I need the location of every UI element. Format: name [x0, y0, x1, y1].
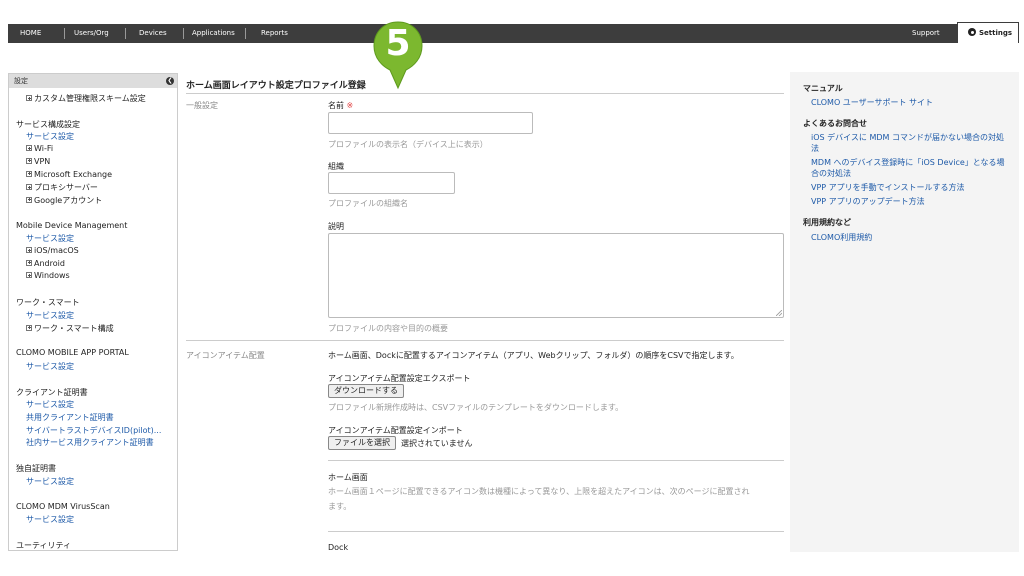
expand-plus-icon[interactable]	[26, 247, 32, 253]
terms-heading: 利用規約など	[803, 218, 851, 227]
sidebar-section-heading: クライアント証明書	[16, 387, 88, 397]
page-title: ホーム画面レイアウト設定プロファイル登録	[186, 81, 366, 91]
sidebar-link[interactable]: サービス設定	[26, 514, 74, 525]
sidebar-expandable-item[interactable]: Wi-Fi	[26, 144, 53, 153]
organization-field-hint: プロファイルの組織名	[328, 199, 408, 208]
icon-layout-section-label: アイコンアイテム配置	[186, 351, 265, 360]
sidebar-section-heading: ワーク・スマート	[16, 298, 80, 308]
faq-heading: よくあるお問合せ	[803, 119, 867, 128]
sidebar-expandable-item[interactable]: iOS/macOS	[26, 246, 79, 255]
faq-link[interactable]: VPP アプリを手動でインストールする方法	[811, 182, 1011, 193]
sidebar-expandable-item[interactable]: Android	[26, 259, 65, 268]
sidebar-link[interactable]: サービス設定	[26, 399, 74, 410]
top-navigation-bar: HOME Users/Org Devices Applications Repo…	[8, 22, 1019, 43]
settings-label: Settings	[979, 29, 1013, 37]
sidebar-expandable-item[interactable]: Windows	[26, 271, 70, 280]
expand-plus-icon[interactable]	[26, 184, 32, 191]
organization-input[interactable]	[328, 172, 455, 194]
sidebar-link[interactable]: 社内サービス用クライアント証明書	[26, 437, 154, 448]
expand-plus-icon[interactable]	[26, 196, 32, 203]
sidebar-section-heading: Mobile Device Management	[16, 220, 128, 230]
profile-name-input[interactable]	[328, 112, 533, 134]
nav-users-org[interactable]: Users/Org	[74, 24, 109, 43]
sidebar-section-heading: サービス構成設定	[16, 119, 80, 129]
sidebar-section-heading: CLOMO MOBILE APP PORTAL	[16, 348, 129, 358]
description-field-hint: プロファイルの内容や目的の概要	[328, 324, 448, 333]
gear-icon	[968, 28, 976, 36]
step-marker-number: 5	[385, 23, 411, 64]
export-hint: プロファイル新規作成時は、CSVファイルのテンプレートをダウンロードします。	[328, 403, 624, 412]
description-textarea[interactable]	[328, 233, 784, 318]
manual-heading: マニュアル	[803, 84, 843, 93]
export-label: アイコンアイテム配置設定エクスポート	[328, 374, 471, 383]
faq-link[interactable]: iOS デバイスに MDM コマンドが届かない場合の対処法	[811, 132, 1011, 154]
expand-plus-icon[interactable]	[26, 272, 32, 279]
nav-divider	[245, 28, 246, 39]
nav-devices[interactable]: Devices	[139, 24, 167, 43]
terms-link[interactable]: CLOMO利用規約	[811, 232, 1011, 243]
download-button[interactable]: ダウンロードする	[328, 384, 404, 398]
expand-plus-icon[interactable]	[26, 259, 32, 266]
choose-file-button[interactable]: ファイルを選択	[328, 436, 396, 450]
sidebar-header-label: 設定	[14, 77, 28, 85]
icon-layout-intro: ホーム画面、Dockに配置するアイコンアイテム（アプリ、Webクリップ、フォルダ…	[328, 351, 739, 360]
sidebar-link[interactable]: サービス設定	[26, 310, 74, 321]
help-panel: マニュアル CLOMO ユーザーサポート サイト よくあるお問合せ iOS デバ…	[790, 72, 1019, 552]
sidebar-link[interactable]: サービス設定	[26, 476, 74, 487]
home-screen-hint-line-1: ホーム画面１ページに配置できるアイコン数は機種によって異なり、上限を超えたアイコ…	[328, 487, 750, 496]
step-marker: 5	[372, 20, 424, 90]
faq-link[interactable]: VPP アプリのアップデート方法	[811, 196, 1011, 207]
settings-sidebar: 設定 ❮ カスタム管理権限スキーム設定サービス構成設定 サービス設定 Wi-Fi VP…	[8, 73, 178, 551]
description-field-label: 説明	[328, 222, 344, 231]
nav-support[interactable]: Support	[912, 24, 940, 43]
sidebar-link[interactable]: サービス設定	[26, 361, 74, 372]
nav-home[interactable]: HOME	[20, 24, 41, 43]
sidebar-link[interactable]: サービス設定	[26, 233, 74, 244]
expand-plus-icon[interactable]	[26, 145, 32, 152]
section-divider	[186, 340, 784, 341]
subsection-divider	[328, 531, 784, 532]
sidebar-expandable-item[interactable]: ワーク・スマート構成	[26, 323, 114, 334]
dock-label: Dock	[328, 543, 349, 552]
expand-plus-icon[interactable]	[26, 170, 32, 177]
sidebar-expandable-item[interactable]: プロキシサーバー	[26, 182, 98, 193]
name-label-text: 名前	[328, 101, 344, 110]
nav-settings-tab[interactable]: Settings	[957, 22, 1019, 43]
nav-divider	[64, 28, 65, 39]
sidebar-section-heading: CLOMO MDM VirusScan	[16, 501, 110, 511]
expand-plus-icon[interactable]	[26, 324, 32, 331]
resize-grip-icon[interactable]	[776, 310, 782, 316]
nav-reports[interactable]: Reports	[261, 24, 288, 43]
name-field-label: 名前 ※	[328, 100, 353, 111]
home-screen-label: ホーム画面	[328, 473, 368, 482]
sidebar-header: 設定 ❮	[9, 74, 177, 88]
subsection-divider	[328, 460, 784, 461]
name-field-hint: プロファイルの表示名（デバイス上に表示）	[328, 140, 488, 149]
home-screen-hint-line-2: ます。	[328, 502, 352, 511]
organization-field-label: 組織	[328, 162, 344, 171]
sidebar-expandable-item[interactable]: Googleアカウント	[26, 195, 102, 206]
sidebar-expandable-item[interactable]: VPN	[26, 157, 50, 166]
expand-plus-icon[interactable]	[26, 95, 32, 101]
nav-divider	[183, 28, 184, 39]
sidebar-link[interactable]: 共用クライアント証明書	[26, 412, 114, 423]
nav-applications[interactable]: Applications	[192, 24, 235, 43]
required-mark: ※	[346, 101, 354, 110]
collapse-sidebar-icon[interactable]: ❮	[166, 77, 174, 85]
sidebar-link[interactable]: サイバートラストデバイスID(pilot)...	[26, 425, 161, 436]
sidebar-section-heading: ユーティリティ	[16, 540, 72, 550]
title-divider	[186, 93, 784, 94]
general-section-label: 一般設定	[186, 101, 218, 110]
nav-divider	[125, 28, 126, 39]
sidebar-expandable-item[interactable]: カスタム管理権限スキーム設定	[26, 93, 146, 104]
manual-link[interactable]: CLOMO ユーザーサポート サイト	[811, 97, 1011, 108]
faq-link[interactable]: MDM へのデバイス登録時に「iOS Device」となる場合の対処法	[811, 157, 1011, 179]
import-label: アイコンアイテム配置設定インポート	[328, 426, 463, 435]
sidebar-expandable-item[interactable]: Microsoft Exchange	[26, 170, 112, 179]
expand-plus-icon[interactable]	[26, 157, 32, 164]
sidebar-link[interactable]: サービス設定	[26, 131, 74, 142]
file-status: 選択されていません	[401, 439, 473, 448]
sidebar-section-heading: 独自証明書	[16, 464, 56, 474]
